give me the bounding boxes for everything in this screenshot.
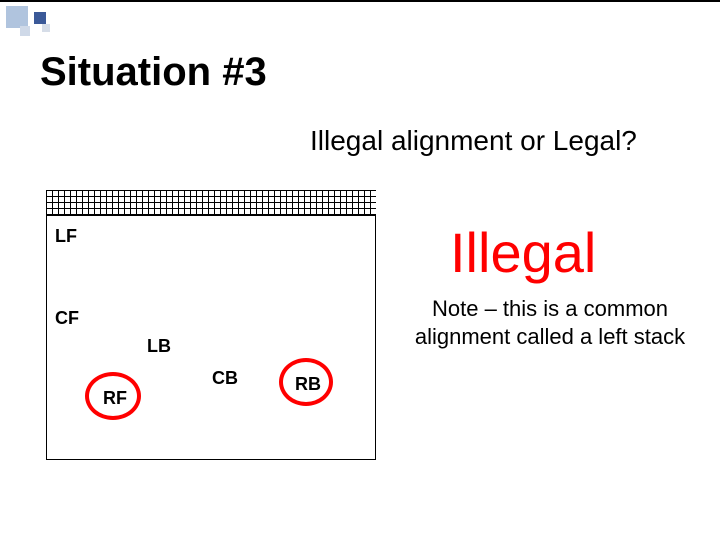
verdict-text: Illegal bbox=[450, 220, 596, 285]
net-icon bbox=[46, 190, 376, 216]
slide-title: Situation #3 bbox=[40, 50, 267, 95]
question-text: Illegal alignment or Legal? bbox=[310, 125, 637, 157]
slide: Situation #3 Illegal alignment or Legal?… bbox=[0, 0, 720, 540]
highlight-ring-rb bbox=[279, 358, 333, 406]
note-text: Note – this is a common alignment called… bbox=[400, 295, 700, 350]
highlight-ring-rf bbox=[85, 372, 141, 420]
position-lf: LF bbox=[55, 226, 77, 247]
court-diagram: LF CF LB CB RB RF bbox=[46, 190, 376, 460]
title-rule bbox=[0, 0, 720, 2]
court-box: LF CF LB CB RB RF bbox=[46, 216, 376, 460]
position-lb: LB bbox=[147, 336, 171, 357]
corner-squares-icon bbox=[6, 6, 66, 36]
position-cb: CB bbox=[212, 368, 238, 389]
position-cf: CF bbox=[55, 308, 79, 329]
